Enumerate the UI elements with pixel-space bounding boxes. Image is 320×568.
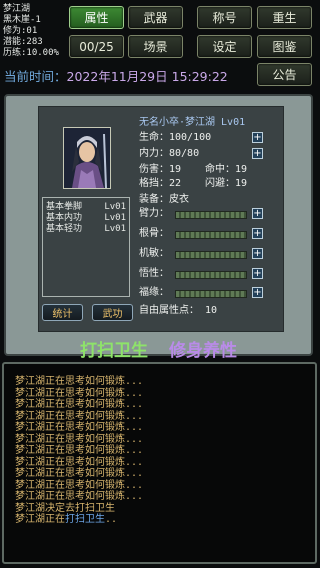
- comprehension-bar: [175, 271, 247, 279]
- skill-name: 基本内功: [46, 213, 83, 223]
- log-line: 梦江湖正在思考如何锻炼...: [15, 422, 144, 433]
- arm-plus-button[interactable]: +: [252, 208, 263, 219]
- attributes-button[interactable]: 属性: [69, 6, 124, 29]
- current-time-label: 当前时间：: [4, 69, 67, 84]
- log-line: 梦江湖正在思考如何锻炼...: [15, 491, 144, 502]
- equipment-stat: 装备：皮衣: [139, 194, 189, 206]
- luck-plus-button[interactable]: +: [252, 287, 263, 298]
- hit-stat: 命中：19: [205, 164, 248, 175]
- arm-bar: [175, 211, 247, 219]
- player-experience: 历练:10.00%: [3, 48, 59, 58]
- log-line: 梦江湖正在思考如何锻炼...: [15, 410, 144, 422]
- damage-stat: 伤害：19: [139, 164, 182, 175]
- bone-plus-button[interactable]: +: [252, 228, 263, 239]
- atlas-button[interactable]: 图鉴: [257, 35, 312, 58]
- title-button[interactable]: 称号: [197, 6, 252, 29]
- slogan-left: 打扫卫生: [80, 341, 148, 361]
- log-line: 梦江湖正在思考如何锻炼...: [15, 433, 144, 445]
- scene-button[interactable]: 场景: [128, 35, 183, 58]
- rebirth-button[interactable]: 重生: [257, 6, 312, 29]
- skill-row[interactable]: 基本内功 Lv01: [46, 213, 126, 224]
- kungfu-button[interactable]: 武功: [92, 304, 133, 321]
- player-stats: 梦江湖 黑木崖-1 修为:01 潜能:283 历练:10.00%: [3, 4, 65, 59]
- log-line: 梦江湖正在思考如何锻炼...: [15, 468, 144, 479]
- log-current-prefix: 梦江湖正在: [15, 514, 65, 525]
- martial-button[interactable]: 武器: [128, 6, 183, 29]
- slogan-right: 修身养性: [169, 341, 237, 361]
- block-stat: 格挡：22: [139, 178, 182, 189]
- log-line: 梦江湖正在思考如何锻炼...: [15, 479, 144, 491]
- character-portrait: [63, 127, 111, 189]
- skill-row[interactable]: 基本拳脚 Lv01: [46, 202, 126, 213]
- bone-bar: [175, 231, 247, 239]
- equipment-value[interactable]: 皮衣: [169, 194, 189, 205]
- log-line: 梦江湖正在思考如何锻炼...: [15, 376, 144, 387]
- settings-button[interactable]: 设定: [197, 35, 252, 58]
- agility-bar: [175, 251, 247, 259]
- agility-label: 机敏：: [139, 248, 169, 259]
- luck-label: 福缘：: [139, 287, 169, 298]
- mp-plus-button[interactable]: +: [252, 148, 263, 159]
- mp-stat: 内力：80/80: [139, 148, 200, 159]
- player-name: 梦江湖: [3, 4, 31, 14]
- log-line: 梦江湖正在思考如何锻炼...: [15, 445, 144, 456]
- player-potential: 潜能:283: [3, 37, 43, 47]
- stats-button[interactable]: 统计: [42, 304, 83, 321]
- activity-log[interactable]: 梦江湖正在思考如何锻炼... 梦江湖正在思考如何锻炼... 梦江湖正在思考如何锻…: [2, 362, 317, 564]
- player-cultivation: 修为:01: [3, 26, 38, 36]
- comprehension-plus-button[interactable]: +: [252, 268, 263, 279]
- hp-plus-button[interactable]: +: [252, 132, 263, 143]
- arm-label: 臂力：: [139, 208, 169, 219]
- counter-button[interactable]: 00/25: [69, 35, 124, 58]
- skill-level: Lv01: [104, 224, 126, 234]
- skill-row[interactable]: 基本轻功 Lv01: [46, 224, 126, 235]
- player-location: 黑木崖-1: [3, 15, 41, 25]
- skill-level: Lv01: [104, 202, 126, 212]
- hp-stat: 生命：100/100: [139, 132, 212, 143]
- agility-plus-button[interactable]: +: [252, 248, 263, 259]
- notice-button[interactable]: 公告: [257, 63, 312, 86]
- skill-name: 基本拳脚: [46, 202, 83, 212]
- log-line: 梦江湖正在思考如何锻炼...: [15, 399, 144, 410]
- log-current-suffix: ..: [105, 514, 118, 525]
- skill-level: Lv01: [104, 213, 126, 223]
- log-line: 梦江湖正在思考如何锻炼...: [15, 387, 144, 399]
- character-name: 无名小卒·梦江湖 Lv01: [139, 117, 246, 128]
- dodge-stat: 闪避：19: [205, 178, 248, 189]
- log-line-current: 梦江湖正在打扫卫生..: [15, 514, 315, 526]
- comprehension-label: 悟性：: [139, 268, 169, 279]
- current-time: 当前时间：2022年11月29日 15:29:22: [4, 66, 228, 85]
- free-points: 自由属性点： 10: [139, 305, 218, 316]
- equipment-label: 装备：: [139, 194, 169, 205]
- luck-bar: [175, 290, 247, 298]
- current-time-value: 2022年11月29日 15:29:22: [66, 69, 228, 84]
- bone-label: 根骨：: [139, 228, 169, 239]
- log-line: 梦江湖正在思考如何锻炼...: [15, 456, 144, 468]
- log-line: 梦江湖决定去打扫卫生: [15, 502, 115, 514]
- skills-list: 基本拳脚 Lv01 基本内功 Lv01 基本轻功 Lv01: [42, 197, 130, 297]
- log-current-action: 打扫卫生: [65, 514, 105, 525]
- skill-name: 基本轻功: [46, 224, 83, 234]
